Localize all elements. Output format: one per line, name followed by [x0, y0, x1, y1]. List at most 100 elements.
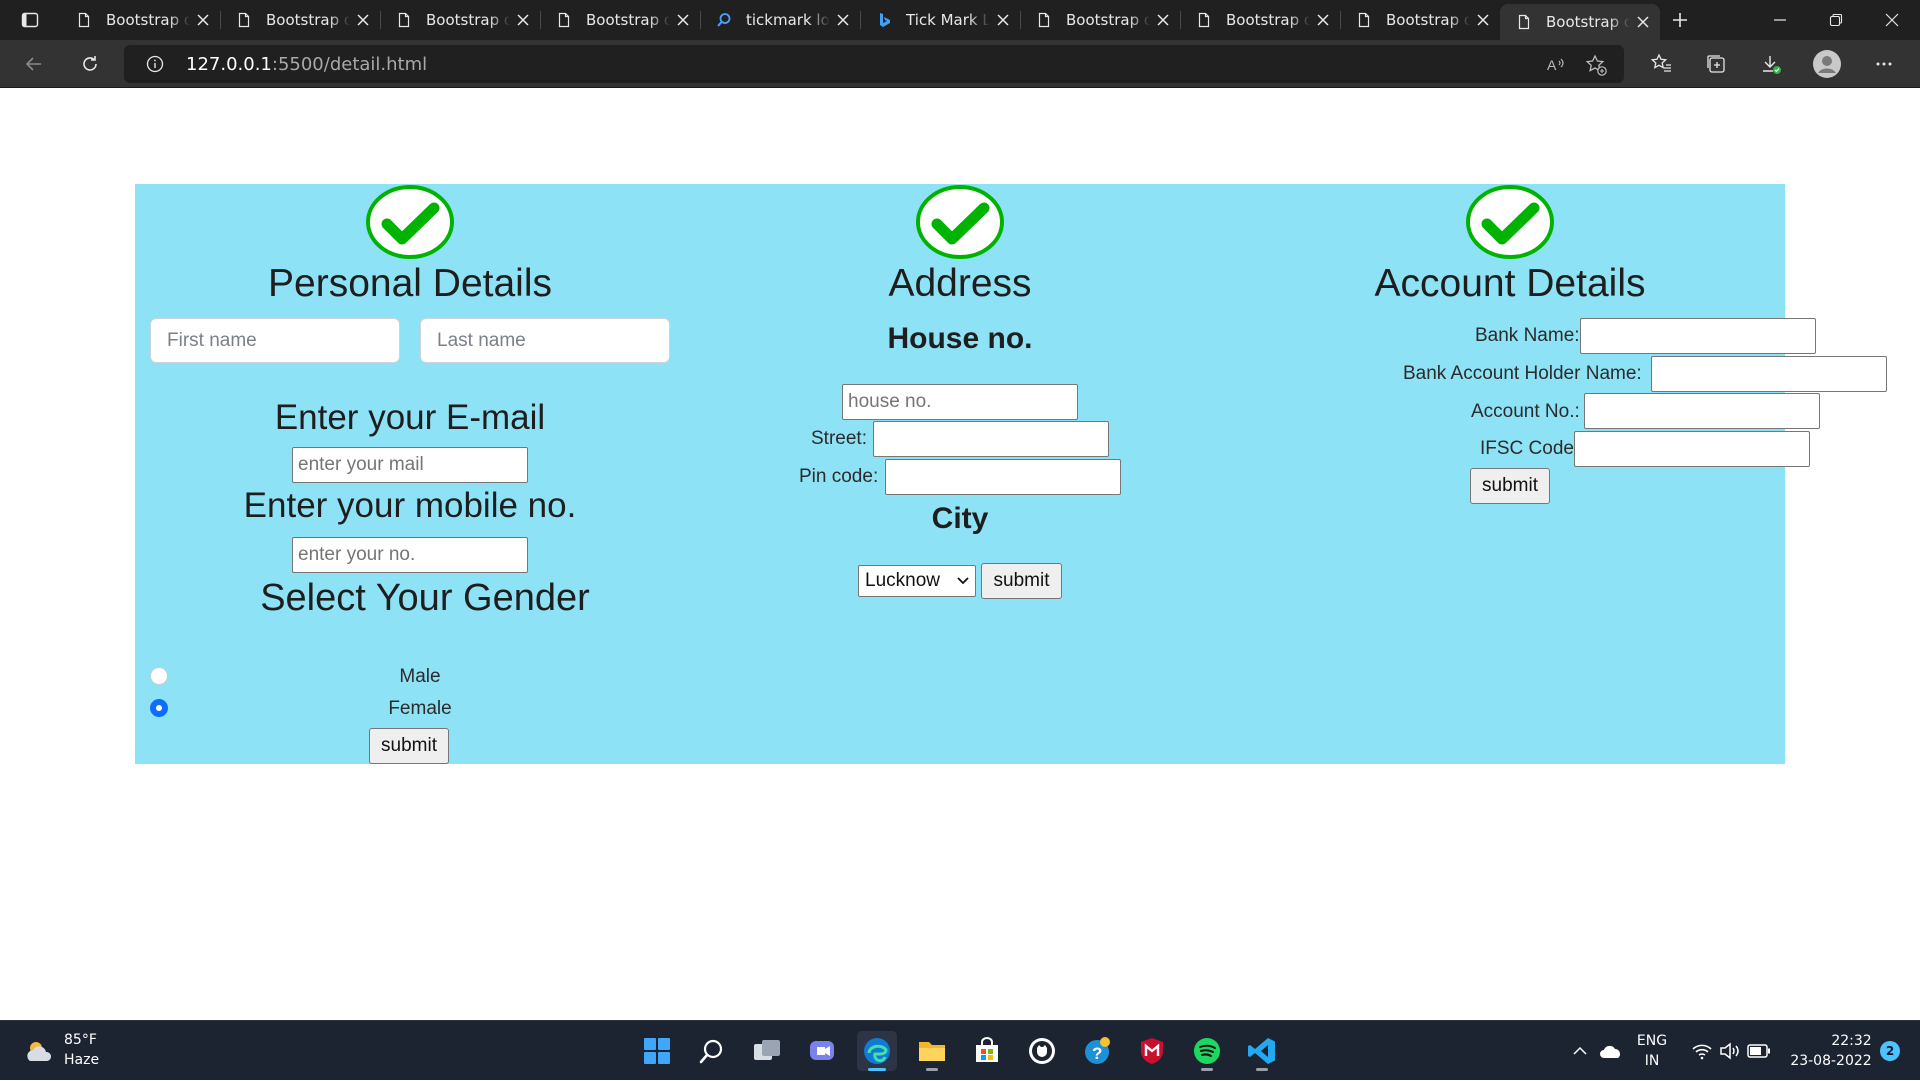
tab-title: Bootstrap demo	[266, 11, 350, 29]
page-icon	[558, 12, 570, 28]
checkmark-icon	[1466, 185, 1554, 259]
search-button[interactable]	[692, 1031, 732, 1071]
city-select-value: Lucknow	[865, 570, 940, 591]
browser-tab[interactable]: Bootstrap demo	[60, 0, 220, 40]
house-no-input[interactable]	[842, 384, 1078, 420]
close-tab-icon[interactable]	[356, 13, 370, 27]
address-bar[interactable]: 127.0.0.1:5500/detail.html A	[124, 45, 1624, 83]
close-tab-icon[interactable]	[1476, 13, 1490, 27]
mcafee-shield-icon	[1141, 1038, 1163, 1064]
close-tab-icon[interactable]	[1156, 13, 1170, 27]
svg-text:A: A	[1547, 57, 1557, 73]
ifsc-code-input[interactable]	[1574, 431, 1810, 467]
browser-toolbar: 127.0.0.1:5500/detail.html A	[0, 40, 1920, 88]
close-tab-icon[interactable]	[196, 13, 210, 27]
download-icon	[1763, 56, 1781, 74]
mcafee-button[interactable]	[1132, 1031, 1172, 1071]
language-indicator[interactable]: ENG IN	[1630, 1021, 1674, 1081]
city-select[interactable]: Lucknow	[858, 565, 976, 597]
last-name-input[interactable]	[420, 318, 670, 363]
minimize-icon	[1774, 19, 1786, 21]
browser-tab[interactable]: Bootstrap demo	[1340, 0, 1500, 40]
close-tab-icon[interactable]	[516, 13, 530, 27]
mobile-input[interactable]	[292, 537, 528, 573]
account-no-label: Account No.:	[1471, 401, 1580, 422]
browser-tab[interactable]: Bootstrap demo	[220, 0, 380, 40]
browser-tab[interactable]: tickmark logo	[700, 0, 860, 40]
help-button[interactable]: ?	[1077, 1031, 1117, 1071]
address-heading: Address	[888, 262, 1032, 305]
browser-tab[interactable]: Tick Mark Logo	[860, 0, 1020, 40]
weather-temperature: 85°F	[64, 1032, 97, 1048]
personal-submit-button[interactable]: submit	[369, 728, 449, 764]
bing-icon	[880, 13, 890, 27]
bank-name-label: Bank Name:	[1475, 325, 1580, 346]
browser-tab[interactable]: Bootstrap demo	[1020, 0, 1180, 40]
first-name-input[interactable]	[150, 318, 400, 363]
active-indicator	[868, 1068, 886, 1071]
account-submit-button[interactable]: submit	[1470, 468, 1550, 504]
reload-button[interactable]	[74, 48, 106, 80]
profile-button[interactable]	[1811, 48, 1843, 80]
notification-badge[interactable]: 2	[1880, 1041, 1900, 1061]
spotify-button[interactable]	[1187, 1031, 1227, 1071]
window-controls	[1752, 0, 1920, 40]
tab-bar: Bootstrap demo Bootstrap demo Bootstrap de…	[0, 0, 1920, 40]
browser-tab[interactable]: Bootstrap demo	[1500, 4, 1660, 40]
language-code: ENG	[1636, 1033, 1668, 1049]
file-explorer-button[interactable]	[912, 1031, 952, 1071]
vscode-button[interactable]	[1242, 1031, 1282, 1071]
back-button[interactable]	[18, 48, 50, 80]
show-hidden-icons-button[interactable]	[1568, 1021, 1592, 1081]
close-tab-icon[interactable]	[676, 13, 690, 27]
house-no-heading: House no.	[887, 322, 1033, 355]
mobile-heading: Enter your mobile no.	[243, 486, 577, 525]
weather-widget[interactable]: 85°F Haze	[20, 1031, 160, 1071]
restore-button[interactable]	[1808, 0, 1864, 40]
new-tab-button[interactable]	[1660, 0, 1700, 40]
close-tab-icon[interactable]	[1316, 13, 1330, 27]
clock-button[interactable]: 22:32 23-08-2022 2	[1780, 1021, 1910, 1081]
close-window-button[interactable]	[1864, 0, 1920, 40]
street-input[interactable]	[873, 421, 1109, 457]
tab-title: Bootstrap demo	[1226, 11, 1310, 29]
checkmark-icon	[366, 185, 454, 259]
onedrive-button[interactable]	[1596, 1021, 1626, 1081]
close-tab-icon[interactable]	[1636, 15, 1650, 29]
minimize-button[interactable]	[1752, 0, 1808, 40]
downloads-button[interactable]	[1755, 48, 1787, 80]
windows-logo-icon	[644, 1038, 670, 1064]
close-tab-icon[interactable]	[836, 13, 850, 27]
browser-tab[interactable]: Bootstrap demo	[540, 0, 700, 40]
account-no-input[interactable]	[1584, 393, 1820, 429]
microsoft-store-button[interactable]	[967, 1031, 1007, 1071]
settings-more-button[interactable]	[1868, 48, 1900, 80]
read-aloud-icon[interactable]: A	[1546, 54, 1568, 76]
close-icon	[1885, 13, 1899, 27]
task-view-button[interactable]	[747, 1031, 787, 1071]
ifsc-code-label: IFSC Code:	[1480, 438, 1580, 459]
account-holder-input[interactable]	[1651, 356, 1887, 392]
url-text[interactable]: 127.0.0.1:5500/detail.html	[186, 54, 427, 75]
info-icon[interactable]	[146, 55, 164, 73]
collections-button[interactable]	[1700, 48, 1732, 80]
url-path: :5500/detail.html	[271, 54, 428, 75]
pin-code-label: Pin code:	[799, 466, 879, 487]
favorites-button[interactable]	[1645, 48, 1677, 80]
email-input[interactable]	[292, 447, 528, 483]
add-favorite-icon[interactable]	[1584, 53, 1608, 77]
github-button[interactable]	[1022, 1031, 1062, 1071]
weather-haze-icon	[27, 1042, 52, 1061]
bank-name-input[interactable]	[1580, 318, 1816, 354]
address-submit-button[interactable]: submit	[981, 563, 1062, 599]
browser-tab[interactable]: Bootstrap demo	[380, 0, 540, 40]
browser-tab[interactable]: Bootstrap demo	[1180, 0, 1340, 40]
teams-chat-button[interactable]	[802, 1031, 842, 1071]
tab-actions-button[interactable]	[0, 0, 60, 40]
pin-code-input[interactable]	[885, 459, 1121, 495]
store-icon	[976, 1037, 998, 1062]
quick-settings-button[interactable]	[1686, 1021, 1776, 1081]
start-button[interactable]	[637, 1031, 677, 1071]
close-tab-icon[interactable]	[996, 13, 1010, 27]
edge-taskbar-button[interactable]	[857, 1031, 897, 1071]
